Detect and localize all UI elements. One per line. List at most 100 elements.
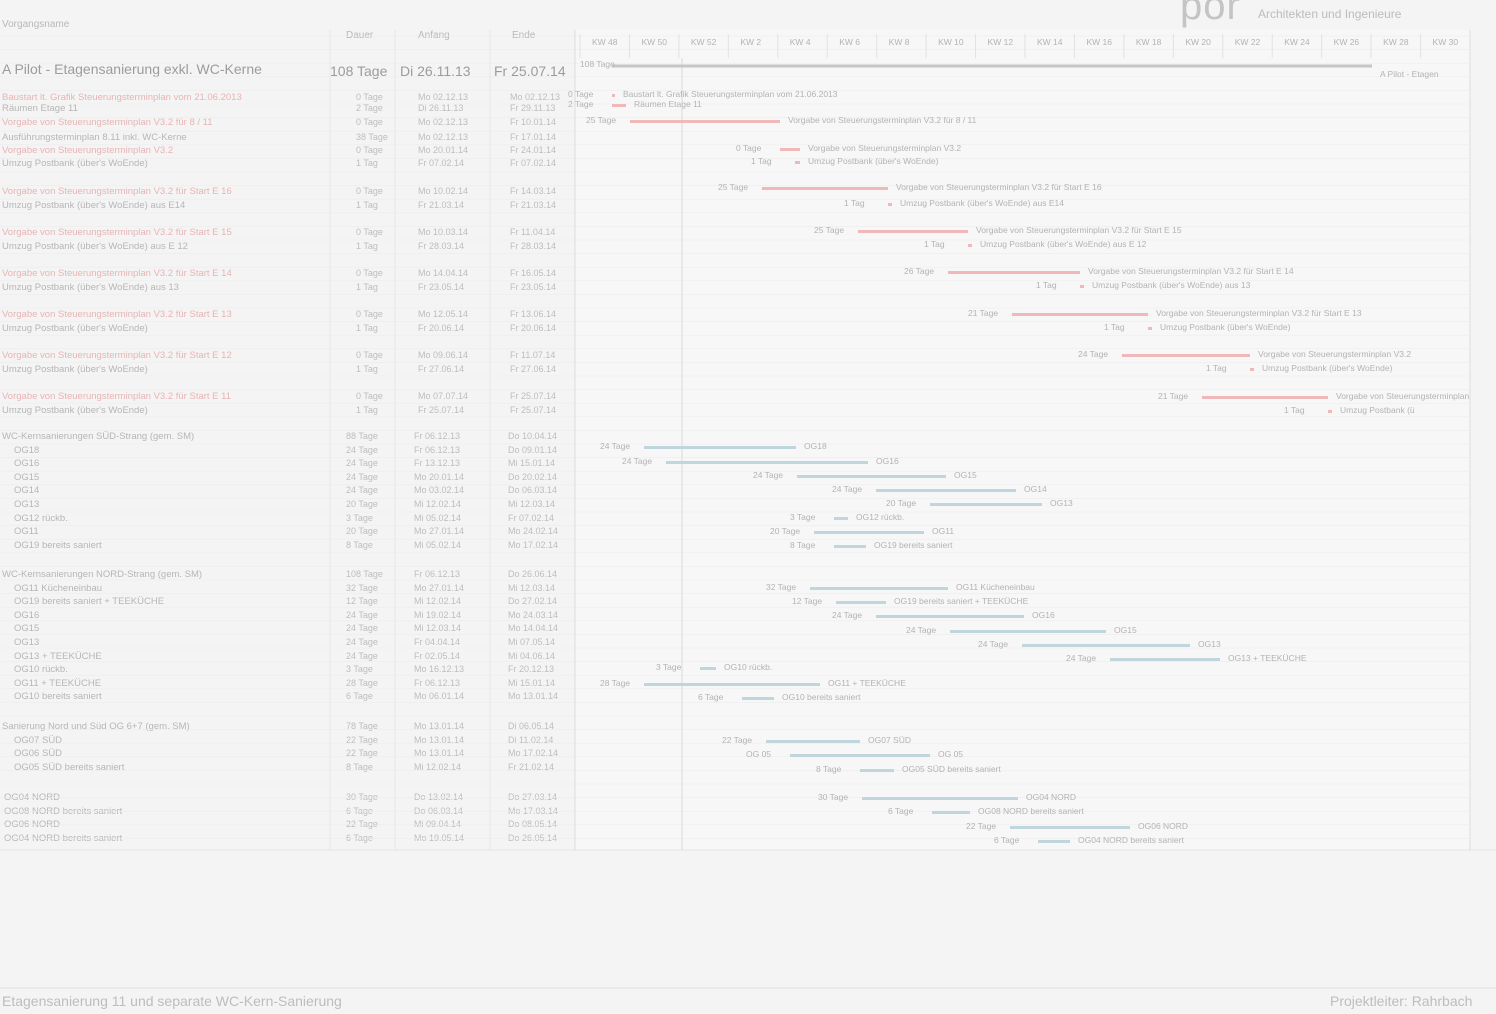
timescale-label: KW 10 bbox=[938, 37, 964, 47]
gantt-bar-name: OG11 bbox=[932, 526, 955, 536]
gantt-bar-duration: 12 Tage bbox=[792, 596, 823, 606]
summary-duration-label: 108 Tage bbox=[580, 59, 615, 69]
gantt-bar bbox=[834, 545, 866, 548]
gantt-bar-name: OG19 bereits saniert bbox=[874, 540, 953, 550]
gantt-bar-duration: 24 Tage bbox=[622, 456, 653, 466]
timescale-label: KW 4 bbox=[789, 37, 811, 47]
gantt-bar-duration: 6 Tage bbox=[888, 806, 914, 816]
gantt-bar-name: Umzug Postbank (über's WoEnde) aus E 12 bbox=[980, 239, 1147, 249]
gantt-bar-name: Umzug Postbank (über's WoEnde) bbox=[1262, 363, 1393, 373]
timescale-label: KW 2 bbox=[740, 37, 762, 47]
timescale-label: KW 12 bbox=[987, 37, 1014, 47]
gantt-bar-duration: 6 Tage bbox=[698, 692, 724, 702]
gantt-bar-duration: 1 Tag bbox=[1206, 363, 1227, 373]
gantt-bar bbox=[860, 769, 894, 772]
timescale-label: KW 26 bbox=[1333, 37, 1360, 47]
timescale-label: KW 52 bbox=[690, 37, 717, 47]
gantt-bar bbox=[968, 244, 972, 247]
gantt-bar-name: OG04 NORD bereits saniert bbox=[1078, 835, 1184, 845]
gantt-bar bbox=[700, 667, 716, 670]
gantt-bar bbox=[876, 615, 1024, 618]
gantt-bar bbox=[888, 203, 892, 206]
gantt-bar-duration: 24 Tage bbox=[600, 441, 631, 451]
timescale-label: KW 50 bbox=[641, 37, 667, 47]
gantt-bar-duration: 1 Tag bbox=[844, 198, 865, 208]
gantt-bar bbox=[1022, 644, 1190, 647]
gantt-bar-name: Vorgabe von Steuerungsterminplan V3.2 bbox=[808, 143, 962, 153]
gantt-bar-name: Vorgabe von Steuerungsterminplan V3.2 fü… bbox=[1088, 266, 1294, 276]
gantt-bar bbox=[742, 697, 774, 700]
gantt-bar-name: Umzug Postbank (über's WoEnde) aus E14 bbox=[900, 198, 1064, 208]
gantt-bar-name: Umzug Postbank (ü bbox=[1340, 405, 1415, 415]
timescale-label: KW 8 bbox=[888, 37, 910, 47]
gantt-bar-duration: 24 Tage bbox=[978, 639, 1009, 649]
gantt-bar-name: Umzug Postbank (über's WoEnde) bbox=[1160, 322, 1291, 332]
gantt-bar-duration: 22 Tage bbox=[966, 821, 997, 831]
gantt-bar-duration: 0 Tage bbox=[568, 89, 594, 99]
gantt-bar bbox=[1110, 658, 1220, 661]
gantt-bar-duration: 8 Tage bbox=[790, 540, 816, 550]
gantt-bar-duration: 24 Tage bbox=[1078, 349, 1109, 359]
gantt-bar-name: Umzug Postbank (über's WoEnde) bbox=[808, 156, 939, 166]
timescale-label: KW 18 bbox=[1135, 37, 1162, 47]
gantt-bar-name: OG16 bbox=[1032, 610, 1055, 620]
gantt-bar-duration: 28 Tage bbox=[600, 678, 631, 688]
gantt-bar bbox=[948, 271, 1080, 274]
gantt-area bbox=[575, 30, 1470, 850]
footer-project-lead: Projektleiter: Rahrbach bbox=[1330, 993, 1473, 1009]
gantt-bar-duration: 3 Tage bbox=[790, 512, 816, 522]
gantt-bar bbox=[612, 104, 626, 107]
gantt-bar-name: OG15 bbox=[954, 470, 977, 480]
gantt-bar bbox=[810, 587, 948, 590]
gantt-bar-name: OG 05 bbox=[938, 749, 964, 759]
gantt-bar-name: OG06 NORD bbox=[1138, 821, 1189, 831]
gantt-bar-duration: 21 Tage bbox=[968, 308, 999, 318]
gantt-bar bbox=[950, 630, 1106, 633]
gantt-bar-duration: 8 Tage bbox=[816, 764, 842, 774]
timescale-label: KW 22 bbox=[1234, 37, 1261, 47]
gantt-printout: por Architekten und Ingenieure Vorgangsn… bbox=[0, 0, 1496, 1014]
gantt-bar-duration: 1 Tag bbox=[1104, 322, 1125, 332]
gantt-bar-duration: 2 Tage bbox=[568, 99, 594, 109]
gantt-bar bbox=[1012, 313, 1148, 316]
timescale-label: KW 16 bbox=[1086, 37, 1112, 47]
gantt-bar bbox=[644, 683, 820, 686]
gantt-bar-name: OG18 bbox=[804, 441, 827, 451]
gantt-bar-name: OG11 Kücheneinbau bbox=[956, 582, 1035, 592]
gantt-bar-name: Vorgabe von Steuerungsterminplan V3.2 fü… bbox=[788, 115, 977, 125]
gantt-bar bbox=[836, 601, 886, 604]
gantt-bar bbox=[766, 740, 860, 743]
gantt-bar-duration: 32 Tage bbox=[766, 582, 797, 592]
gantt-bar-name: OG13 bbox=[1198, 639, 1221, 649]
footer-title: Etagensanierung 11 und separate WC-Kern-… bbox=[2, 993, 342, 1009]
gantt-bar-name: OG05 SÜD bereits saniert bbox=[902, 764, 1001, 774]
gantt-bar-duration: 0 Tage bbox=[736, 143, 762, 153]
gantt-bar bbox=[858, 230, 968, 233]
gantt-bar-name: Vorgabe von Steuerungsterminplan bbox=[1336, 391, 1470, 401]
gantt-bar-duration: 24 Tage bbox=[753, 470, 784, 480]
gantt-bar-duration: 26 Tage bbox=[904, 266, 935, 276]
gantt-bar-name: OG08 NORD bereits saniert bbox=[978, 806, 1084, 816]
gantt-bar-duration: 20 Tage bbox=[886, 498, 917, 508]
gantt-bar-name: OG13 bbox=[1050, 498, 1073, 508]
gantt-bar bbox=[834, 517, 848, 520]
gantt-bar bbox=[666, 461, 868, 464]
gantt-bar-duration: 1 Tag bbox=[924, 239, 945, 249]
timescale-label: KW 28 bbox=[1383, 37, 1409, 47]
gantt-bar bbox=[790, 754, 930, 757]
gantt-bar-name: OG16 bbox=[876, 456, 899, 466]
gantt-bar-name: Vorgabe von Steuerungsterminplan V3.2 fü… bbox=[896, 182, 1102, 192]
gantt-bar-name: Räumen Etage 11 bbox=[634, 99, 702, 109]
timescale-label: KW 48 bbox=[592, 37, 618, 47]
timescale-label: KW 6 bbox=[839, 37, 860, 47]
gantt-bar bbox=[1202, 396, 1328, 399]
gantt-bar-duration: 21 Tage bbox=[1158, 391, 1189, 401]
gantt-bar bbox=[1250, 368, 1254, 371]
gantt-bar bbox=[862, 797, 1018, 800]
gantt-bar-name: Umzug Postbank (über's WoEnde) aus 13 bbox=[1092, 280, 1251, 290]
gantt-bar-name: OG19 bereits saniert + TEEKÜCHE bbox=[894, 596, 1029, 606]
gantt-bar bbox=[1080, 285, 1084, 288]
gantt-bar bbox=[1038, 840, 1070, 843]
gantt-bar-duration: 24 Tage bbox=[832, 610, 863, 620]
gantt-bar bbox=[1122, 354, 1250, 357]
